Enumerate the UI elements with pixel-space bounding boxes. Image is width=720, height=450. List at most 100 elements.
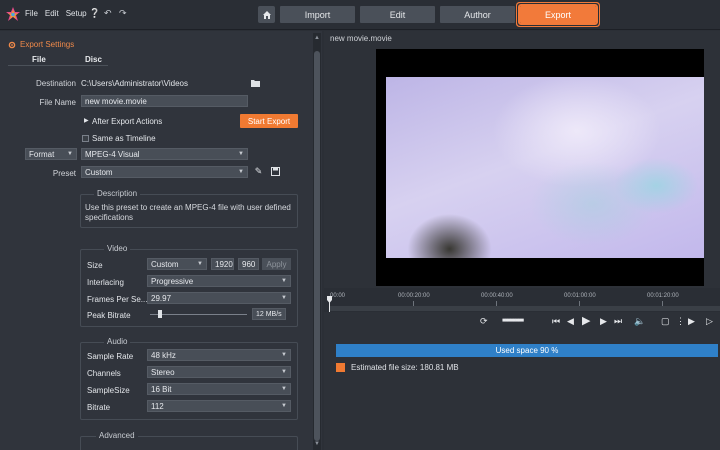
estimated-size-label: Estimated file size: 180.81 MB bbox=[351, 363, 459, 372]
settings-scrollbar[interactable]: ▲ ▼ bbox=[313, 33, 321, 450]
chevron-down-icon: ▼ bbox=[238, 151, 244, 157]
video-group-title: Video bbox=[104, 244, 131, 253]
peak-bitrate-label: Peak Bitrate bbox=[87, 311, 131, 320]
peak-bitrate-slider-thumb[interactable] bbox=[157, 310, 162, 318]
apply-button[interactable]: Apply bbox=[262, 258, 291, 270]
chevron-down-icon: ▼ bbox=[281, 403, 287, 409]
step-forward-icon[interactable]: ▶ bbox=[600, 316, 607, 327]
scrollbar-thumb[interactable] bbox=[314, 51, 320, 441]
after-export-label[interactable]: After Export Actions bbox=[92, 117, 162, 126]
sample-size-value: 16 Bit bbox=[151, 385, 172, 394]
audio-group-title: Audio bbox=[104, 337, 131, 346]
expand-arrow-icon[interactable]: ▶ bbox=[84, 117, 89, 124]
advanced-group-title[interactable]: Advanced bbox=[96, 431, 138, 440]
sample-size-label: SampleSize bbox=[87, 386, 130, 395]
used-space-label: Used space 90 % bbox=[495, 346, 559, 355]
play-icon[interactable]: ▶ bbox=[582, 314, 590, 327]
scroll-down-icon[interactable]: ▼ bbox=[313, 441, 321, 447]
chevron-down-icon: ▼ bbox=[238, 169, 244, 175]
gear-icon bbox=[8, 41, 16, 48]
format-select[interactable]: MPEG-4 Visual ▼ bbox=[81, 148, 248, 160]
audio-bitrate-label: Bitrate bbox=[87, 403, 111, 412]
tab-edit[interactable]: Edit bbox=[360, 6, 435, 23]
timecode-label: 00:00:20:00 bbox=[398, 293, 430, 299]
timecode-label: 00:00 bbox=[330, 293, 346, 299]
settings-menu-icon[interactable]: ⋮ bbox=[676, 316, 685, 327]
filename-input[interactable]: new movie.movie bbox=[81, 95, 248, 107]
interlacing-select[interactable]: Progressive ▼ bbox=[147, 275, 291, 287]
channels-select[interactable]: Stereo ▼ bbox=[147, 366, 291, 378]
timeline-track[interactable] bbox=[329, 306, 720, 311]
sample-rate-select[interactable]: 48 kHz ▼ bbox=[147, 349, 291, 361]
menu-setup[interactable]: Setup bbox=[66, 9, 87, 18]
destination-label: Destination bbox=[35, 79, 76, 88]
save-preset-icon[interactable] bbox=[270, 166, 281, 177]
volume-icon[interactable]: 🔈 bbox=[634, 316, 645, 327]
fullscreen-icon[interactable]: ▢ bbox=[661, 316, 670, 327]
format-value: MPEG-4 Visual bbox=[85, 150, 140, 159]
next-marker-icon[interactable]: ▶ bbox=[688, 316, 695, 327]
fps-label: Frames Per Se... bbox=[87, 295, 148, 304]
description-title: Description bbox=[94, 189, 141, 198]
preview-title: new movie.movie bbox=[330, 34, 392, 43]
interlacing-label: Interlacing bbox=[87, 278, 124, 287]
main-menu: File Edit Setup bbox=[25, 9, 87, 18]
chevron-down-icon: ▼ bbox=[281, 386, 287, 392]
redo-icon[interactable]: ↷ bbox=[119, 8, 127, 19]
sample-size-select[interactable]: 16 Bit ▼ bbox=[147, 383, 291, 395]
go-to-end-icon[interactable]: ⏭ bbox=[614, 316, 622, 327]
sample-rate-value: 48 kHz bbox=[151, 351, 176, 360]
same-as-timeline-label: Same as Timeline bbox=[92, 134, 156, 143]
fps-select[interactable]: 29.97 ▼ bbox=[147, 292, 291, 304]
destination-value: C:\Users\Administrator\Videos bbox=[81, 79, 188, 88]
estimated-size-swatch bbox=[336, 363, 345, 372]
subtab-file[interactable]: File bbox=[32, 55, 46, 64]
chevron-down-icon: ▼ bbox=[281, 295, 287, 301]
chevron-down-icon: ▼ bbox=[281, 352, 287, 358]
playhead-icon[interactable] bbox=[327, 296, 332, 312]
peak-bitrate-slider[interactable] bbox=[150, 314, 247, 315]
size-label: Size bbox=[87, 261, 103, 270]
export-settings-header: Export Settings bbox=[8, 40, 74, 49]
step-back-icon[interactable]: ◀ bbox=[567, 316, 574, 327]
export-settings-title: Export Settings bbox=[20, 40, 75, 49]
preset-select[interactable]: Custom ▼ bbox=[81, 166, 248, 178]
timecode-label: 00:00:40:00 bbox=[481, 293, 513, 299]
channels-value: Stereo bbox=[151, 368, 175, 377]
go-to-start-icon[interactable]: ⏮ bbox=[552, 316, 560, 327]
width-input[interactable]: 1920 bbox=[211, 258, 234, 270]
shuttle-icon[interactable]: ■■■■■■■■ bbox=[502, 318, 524, 324]
description-text: Use this preset to create an MPEG-4 file… bbox=[85, 203, 291, 222]
split-icon[interactable]: ▷ bbox=[706, 316, 713, 327]
height-input[interactable]: 960 bbox=[238, 258, 259, 270]
menu-edit[interactable]: Edit bbox=[45, 9, 59, 18]
chevron-down-icon: ▼ bbox=[67, 151, 73, 157]
preset-value: Custom bbox=[85, 168, 113, 177]
subtab-disc[interactable]: Disc bbox=[85, 55, 102, 64]
chevron-down-icon: ▼ bbox=[281, 369, 287, 375]
scroll-up-icon[interactable]: ▲ bbox=[313, 35, 321, 41]
help-icon[interactable]: ❔ bbox=[89, 8, 100, 19]
same-as-timeline-checkbox[interactable] bbox=[82, 135, 89, 142]
home-icon bbox=[262, 10, 271, 19]
undo-icon[interactable]: ↶ bbox=[104, 8, 112, 19]
used-space-bar: Used space 90 % bbox=[336, 344, 718, 357]
sample-rate-label: Sample Rate bbox=[87, 352, 134, 361]
estimated-file-size: Estimated file size: 180.81 MB bbox=[336, 363, 459, 372]
audio-bitrate-value: 112 bbox=[151, 402, 164, 411]
tab-import[interactable]: Import bbox=[280, 6, 355, 23]
tab-author[interactable]: Author bbox=[440, 6, 515, 23]
start-export-button[interactable]: Start Export bbox=[240, 114, 298, 128]
tab-export[interactable]: Export bbox=[518, 4, 598, 25]
format-mode-select[interactable]: Format ▼ bbox=[25, 148, 77, 160]
home-button[interactable] bbox=[258, 6, 275, 23]
chevron-down-icon: ▼ bbox=[281, 278, 287, 284]
format-mode-label: Format bbox=[29, 150, 55, 159]
edit-preset-icon[interactable]: ✎ bbox=[253, 166, 264, 177]
size-select[interactable]: Custom ▼ bbox=[147, 258, 207, 270]
audio-bitrate-select[interactable]: 112 ▼ bbox=[147, 400, 291, 412]
loop-icon[interactable]: ⟳ bbox=[480, 316, 488, 327]
menu-file[interactable]: File bbox=[25, 9, 38, 18]
filename-label: File Name bbox=[39, 98, 76, 107]
folder-icon[interactable] bbox=[250, 77, 261, 88]
